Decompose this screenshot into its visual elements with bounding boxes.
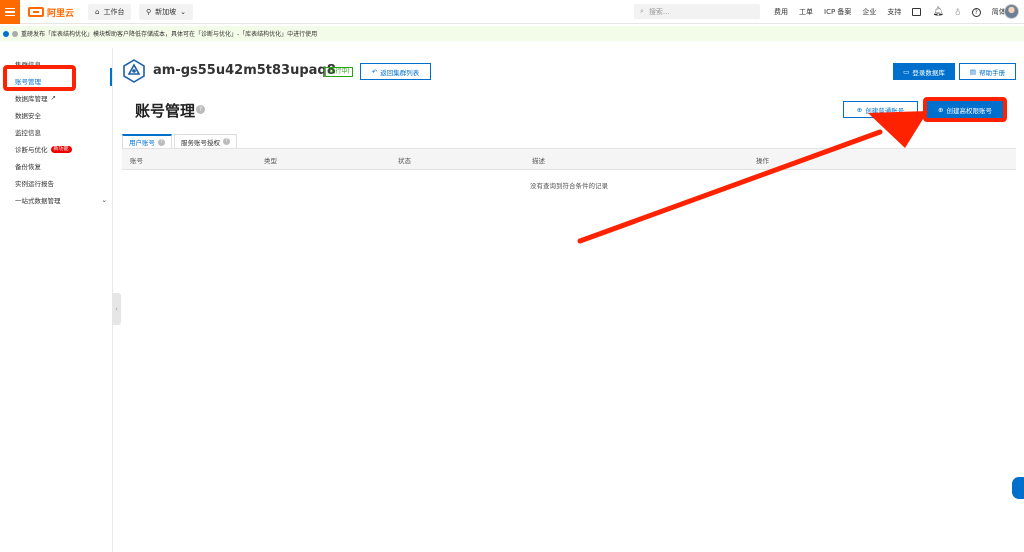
chevron-left-icon: ‹ [115, 305, 118, 313]
notice-dot-icon [12, 30, 18, 37]
menu-icon[interactable] [0, 0, 20, 24]
sidebar-item-report[interactable]: 实例运行报告 [15, 178, 54, 188]
sidebar-item-label: 诊断与优化 [15, 146, 48, 154]
annotation-highlight-button [923, 97, 1007, 122]
sidebar-item-diagnostics[interactable]: 诊断与优化 新功能 [15, 144, 72, 154]
help-icon[interactable]: ? [196, 105, 205, 114]
sidebar-item-database[interactable]: 数据库管理 ↗ [15, 93, 56, 103]
sidebar-item-label: 一站式数据管理 [15, 197, 61, 205]
sidebar-item-label: 数据安全 [15, 112, 41, 120]
monitor-icon: ▭ [903, 67, 910, 76]
aliyun-logo[interactable]: 阿里云 [28, 5, 74, 19]
tab-user-accounts[interactable]: 用户账号 ? [122, 134, 172, 148]
help-icon[interactable]: ? [971, 7, 981, 17]
page-title: 账号管理 [135, 102, 196, 120]
top-bar: 阿里云 ⌂ 工作台 ⚲ 新加坡 ⌄ ⌕ 搜索... 费用 工单 ICP 备案 企… [0, 0, 1024, 24]
empty-table-message: 没有查询到符合条件的记录 [530, 182, 608, 190]
column-type: 类型 [264, 157, 277, 165]
login-database-button[interactable]: ▭ 登录数据库 [893, 63, 955, 80]
column-account: 账号 [130, 157, 143, 165]
account-tabs: 用户账号 ? 服务账号授权 ? [122, 134, 239, 148]
search-input[interactable]: ⌕ 搜索... [634, 4, 760, 19]
sidebar-item-label: 数据库管理 [15, 95, 48, 103]
chevron-down-icon: ⌄ [180, 8, 187, 16]
tab-service-authorization[interactable]: 服务账号授权 ? [174, 134, 237, 148]
chevron-down-icon: ⌄ [101, 196, 107, 204]
back-arrow-icon: ↶ [371, 67, 378, 76]
create-normal-account-button[interactable]: ⊕ 创建普通账号 [843, 101, 918, 118]
search-icon: ⌕ [640, 7, 644, 15]
avatar[interactable] [1004, 4, 1019, 19]
sidebar-item-monitoring[interactable]: 监控信息 [15, 127, 41, 137]
region-label: 新加坡 [155, 8, 177, 16]
region-selector[interactable]: ⚲ 新加坡 ⌄ [139, 4, 194, 20]
table-header: 账号 类型 状态 描述 操作 [122, 148, 1016, 170]
manual-icon: ▤ [969, 67, 977, 76]
logo-text: 阿里云 [47, 8, 75, 19]
home-icon: ⌂ [95, 8, 100, 16]
logo-icon [28, 7, 44, 17]
cluster-name: am-gs55u42m5t83upaq8 [153, 63, 336, 78]
column-description: 描述 [532, 157, 545, 165]
login-db-label: 登录数据库 [912, 68, 945, 77]
column-status: 状态 [398, 157, 411, 165]
tab-label: 用户账号 [129, 139, 155, 147]
terminal-icon[interactable] [912, 8, 922, 16]
sidebar-item-label: 备份恢复 [15, 163, 41, 171]
location-icon: ⚲ [146, 8, 152, 16]
sidebar-item-label: 监控信息 [15, 129, 41, 137]
create-normal-label: 创建普通账号 [865, 106, 905, 115]
sidebar-item-backup[interactable]: 备份恢复 [15, 161, 41, 171]
column-actions: 操作 [756, 157, 769, 165]
external-link-icon: ↗ [50, 94, 56, 102]
nav-icp[interactable]: ICP 备案 [824, 7, 851, 17]
plus-circle-icon: ⊕ [856, 105, 863, 114]
floating-help-button[interactable] [1012, 477, 1024, 499]
collapse-sidebar-handle[interactable]: ‹ [112, 293, 121, 325]
new-feature-badge: 新功能 [50, 145, 72, 153]
notice-dot-icon [3, 30, 9, 37]
back-button-label: 返回集群列表 [380, 68, 420, 77]
help-icon[interactable]: ? [158, 138, 165, 146]
nav-enterprise[interactable]: 企业 [862, 7, 876, 17]
sidebar-item-dms[interactable]: 一站式数据管理 ⌄ [15, 195, 107, 205]
sidebar-item-label: 实例运行报告 [15, 180, 54, 188]
notice-text[interactable]: 重磅发布「库表结构优化」模块帮助客户降低存储成本，具体可在「诊断与优化」-「库表… [21, 29, 317, 38]
back-to-clusters-button[interactable]: ↶ 返回集群列表 [360, 63, 431, 80]
cluster-icon [123, 59, 145, 83]
nav-tickets[interactable]: 工单 [799, 7, 813, 17]
status-badge: (运行中) [324, 67, 353, 77]
notice-bar: 重磅发布「库表结构优化」模块帮助客户降低存储成本，具体可在「诊断与优化」-「库表… [0, 26, 1024, 41]
nav-fees[interactable]: 费用 [774, 7, 788, 17]
workbench-button[interactable]: ⌂ 工作台 [88, 4, 132, 20]
nav-support[interactable]: 支持 [887, 7, 901, 17]
top-nav: 费用 工单 ICP 备案 企业 支持 🔔︎ ♁ ? 简体 [774, 0, 1006, 24]
annotation-highlight-sidebar [3, 65, 76, 91]
tab-label: 服务账号授权 [181, 138, 220, 147]
sidebar-item-security[interactable]: 数据安全 [15, 110, 41, 120]
search-placeholder: 搜索... [648, 7, 670, 16]
help-manual-label: 帮助手册 [979, 68, 1006, 77]
bell-icon[interactable]: 🔔︎ [932, 7, 943, 17]
workbench-label: 工作台 [103, 8, 125, 16]
active-indicator [110, 68, 112, 86]
help-icon[interactable]: ? [223, 138, 230, 145]
sidebar: 集群信息 账号管理 数据库管理 ↗ 数据安全 监控信息 诊断与优化 新功能 备份恢复… [0, 48, 113, 552]
annotation-arrow [577, 111, 928, 244]
lightbulb-icon[interactable]: ♁ [955, 8, 961, 17]
help-manual-button[interactable]: ▤ 帮助手册 [959, 63, 1016, 80]
